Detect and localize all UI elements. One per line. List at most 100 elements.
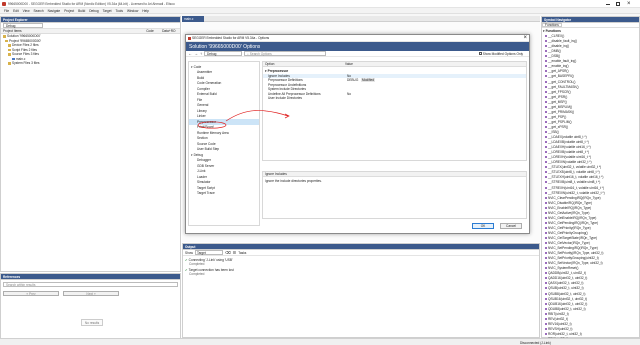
column-project-items[interactable]: Project Items [1, 29, 146, 33]
output-line: ✔ Target connection has been lost Complete… [185, 268, 537, 276]
function-icon [545, 267, 547, 270]
function-icon [545, 156, 547, 159]
expand-arrow-icon[interactable]: ▾ [191, 153, 193, 157]
minimize-button[interactable] [606, 3, 610, 5]
function-name: __STREXW(uint32_t, volatile uint32_t *) [548, 190, 605, 195]
close-button[interactable]: × [627, 1, 631, 7]
maximize-button[interactable] [616, 2, 620, 6]
dialog-close-icon[interactable]: × [523, 35, 527, 42]
project-tree-label: Script Files 2 files [12, 47, 37, 52]
function-name: __LDAEXB(volatile uint8_t *) [548, 140, 589, 145]
function-name: NVIC_SetPriority(IRQn_Type, uint32_t) [548, 251, 604, 256]
menu-item-tools[interactable]: Tools [115, 9, 122, 13]
functions-expand-icon[interactable]: ▾ [543, 29, 545, 33]
function-name: __disable_irq() [548, 44, 570, 49]
expand-arrow-icon[interactable]: ▾ [191, 65, 193, 69]
function-name: __CLREX() [548, 34, 565, 39]
function-name: __ISB() [548, 130, 559, 134]
references-prev-button[interactable]: « Prev [3, 291, 59, 296]
function-name: REVSH(uint32_t) [548, 326, 573, 331]
menu-item-debug[interactable]: Debug [89, 9, 98, 13]
forward-arrow-icon[interactable]: → [194, 51, 198, 56]
function-icon [545, 272, 547, 275]
function-icon [545, 277, 547, 280]
output-tasks-label[interactable]: Tasks [238, 251, 246, 255]
function-icon [545, 191, 547, 194]
project-tree-label: Source Files 3 files [12, 52, 39, 57]
option-name: Ignore Includes [268, 73, 290, 78]
category-label: External Build [197, 92, 217, 97]
options-category-tree: ▾ Code Assembler Build Code Generation Compil… [188, 61, 260, 226]
project-explorer-panel: Project Explorer Debug Project Items Cod… [0, 16, 181, 272]
cancel-button[interactable]: Cancel [500, 223, 522, 229]
menu-item-edit[interactable]: Edit [13, 9, 19, 13]
folder-icon [8, 48, 11, 51]
function-icon [545, 312, 547, 315]
output-line-text: Target connection has been lost [188, 267, 234, 272]
column-data[interactable]: Data+RO [162, 29, 180, 33]
menu-item-navigate[interactable]: Navigate [48, 9, 61, 13]
success-check-icon: ✔ [185, 258, 188, 262]
option-value[interactable]: No [347, 92, 361, 96]
function-icon [545, 226, 547, 229]
project-tree-item[interactable]: System Files 3 files [3, 61, 180, 66]
category-label: Library [197, 108, 207, 113]
options-column-value[interactable]: Value [345, 62, 353, 66]
ok-button[interactable]: OK [472, 223, 494, 229]
clear-output-icon[interactable]: ⌫ [225, 250, 231, 255]
function-name: NVIC_DisableIRQ(IRQn_Type) [548, 200, 592, 205]
references-next-button[interactable]: Next » [63, 291, 119, 296]
menu-item-target[interactable]: Target [103, 9, 112, 13]
function-icon [545, 262, 547, 265]
options-search-input[interactable]: ⌕ Search Options [244, 51, 326, 56]
function-name: __get_FPSCR() [548, 89, 571, 94]
folder-icon [5, 39, 8, 42]
menu-item-window[interactable]: Window [127, 9, 138, 13]
window-title: 99665000D00 - SEGGER Embedded Studio for… [8, 2, 175, 6]
folder-icon [8, 62, 11, 65]
back-arrow-icon[interactable]: ← [188, 51, 192, 56]
config-dropdown[interactable]: Debug [3, 23, 43, 28]
menu-item-help[interactable]: Help [142, 9, 149, 13]
function-icon [545, 65, 547, 68]
functions-tab[interactable]: Functions [542, 22, 562, 28]
menu-item-project[interactable]: Project [64, 9, 74, 13]
section-collapse-icon[interactable]: ▾ [265, 69, 267, 73]
app-icon [2, 2, 6, 6]
category-label: Assembler [197, 70, 213, 75]
function-name: QDUB16(uint32_t, uint32_t) [548, 301, 588, 306]
references-search-input[interactable]: Search within results [3, 282, 178, 287]
function-icon [545, 247, 547, 250]
function-name: NVIC_SetPendingIRQ(IRQn_Type) [548, 246, 598, 251]
symbol-navigator-panel: Symbol Navigator Functions ▾ Functions _… [541, 16, 640, 345]
function-name: __get_MSP() [548, 99, 567, 104]
output-tasks-icon[interactable]: ☰ [233, 250, 237, 255]
option-value[interactable]: No [347, 74, 361, 78]
function-name: NVIC_GetEnableIRQ(IRQn_Type) [548, 215, 597, 220]
option-row[interactable]: User Include Directories [263, 96, 526, 101]
menu-item-view[interactable]: View [23, 9, 30, 13]
dialog-app-icon [188, 36, 191, 40]
function-icon [545, 70, 547, 73]
menu-item-build[interactable]: Build [78, 9, 85, 13]
category-label: Target Trace [197, 191, 215, 196]
options-column-option[interactable]: Option [263, 62, 345, 66]
up-arrow-icon[interactable]: ↑ [200, 51, 202, 56]
function-icon [545, 216, 547, 219]
dialog-config-dropdown[interactable]: Debug [204, 51, 242, 56]
function-name: NVIC_GetActive(IRQn_Type) [548, 210, 590, 215]
column-code[interactable]: Code [146, 29, 162, 33]
category-label: Section [197, 136, 208, 141]
category-target-trace[interactable]: Target Trace [189, 191, 259, 197]
function-icon [545, 186, 547, 189]
function-icon [545, 95, 547, 98]
project-tree-label: Solution '99665000D00' [7, 34, 41, 39]
option-value[interactable]: DEBUG [347, 78, 361, 82]
menu-item-search[interactable]: Search [34, 9, 44, 13]
function-name: QSUB(uint32_t, uint32_t) [548, 286, 584, 291]
function-icon [545, 231, 547, 234]
show-modified-checkbox[interactable] [478, 52, 482, 56]
function-name: REV16(uint32_t) [548, 321, 572, 326]
output-show-dropdown[interactable]: Target [194, 250, 223, 255]
menu-item-file[interactable]: File [4, 9, 9, 13]
